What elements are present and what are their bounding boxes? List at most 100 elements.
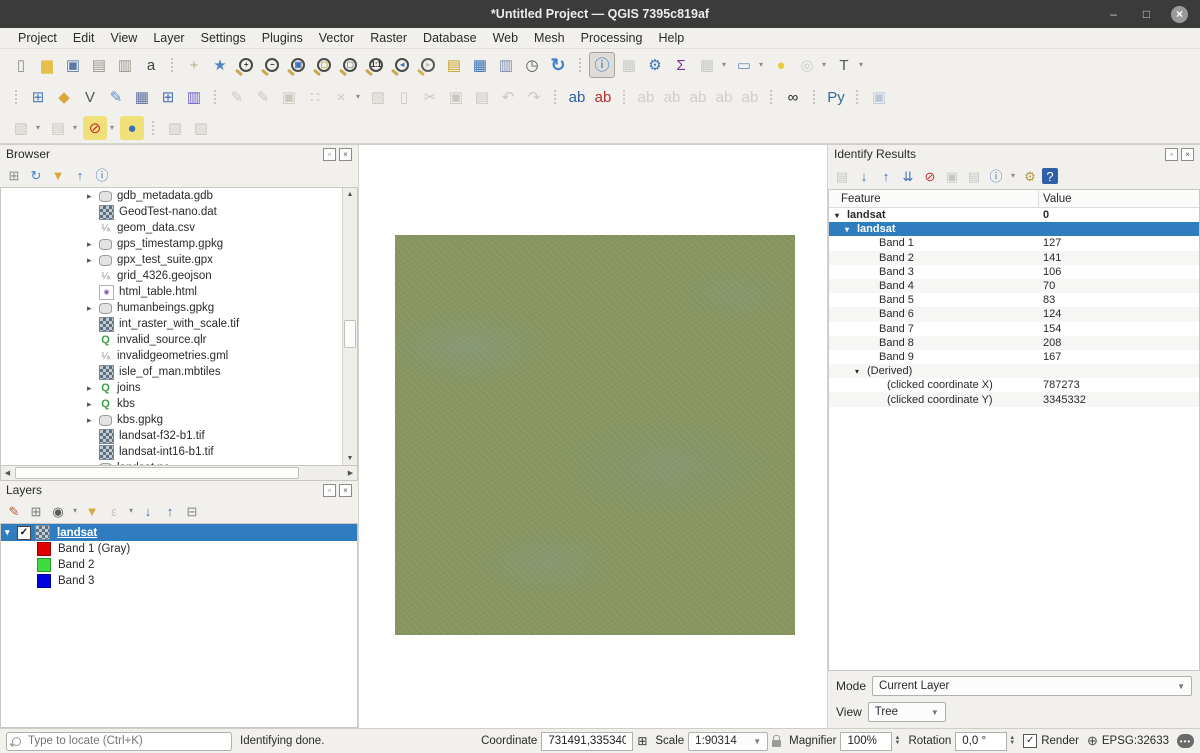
add-group-button[interactable]: ⊞	[26, 501, 46, 521]
magnifier-spinbox[interactable]: ▲▼	[840, 732, 900, 751]
measure-button[interactable]: ▭	[732, 53, 756, 77]
filter-legend-button[interactable]: ▼	[82, 501, 102, 521]
collapse-all-button[interactable]: ↑	[70, 165, 90, 185]
close-button[interactable]: ×	[1171, 6, 1188, 23]
form-view-button[interactable]: ▤	[832, 166, 852, 186]
menu-item[interactable]: Project	[10, 30, 65, 46]
identify-result-row[interactable]: Band 1 127	[829, 236, 1199, 250]
collapse-arrow-icon[interactable]: ▾	[5, 527, 17, 538]
move-annotation-button[interactable]: ▧	[189, 116, 213, 140]
identify-help-button[interactable]: ?	[1042, 168, 1058, 184]
browser-item[interactable]: grid_4326.geojson	[1, 268, 357, 284]
expand-new-results-button[interactable]: ⇊	[898, 166, 918, 186]
paste-features-button[interactable]: ▤	[470, 85, 494, 109]
layer-item-landsat[interactable]: ▾ ✓ landsat	[1, 524, 357, 541]
expand-arrow-icon[interactable]: ▾	[845, 225, 857, 234]
collapse-all-layers-button[interactable]: ↑	[160, 501, 180, 521]
remove-layer-button[interactable]: ⊟	[182, 501, 202, 521]
crs-indicator[interactable]: EPSG:32633	[1102, 735, 1169, 747]
python-console-button[interactable]: Py	[824, 85, 848, 109]
identify-settings-button[interactable]: ⚙	[1020, 166, 1040, 186]
identify-result-row[interactable]: Band 8 208	[829, 336, 1199, 350]
select-by-form-button[interactable]: ▤	[46, 116, 70, 140]
identify-result-row[interactable]: Band 2 141	[829, 251, 1199, 265]
browser-item[interactable]: GeodTest-nano.dat	[1, 204, 357, 220]
filter-expression-button[interactable]: ε	[104, 501, 124, 521]
show-hidden-labels-button[interactable]: ab	[660, 85, 684, 109]
deselect-all-button[interactable]: ⊘	[83, 116, 107, 140]
new-annotation-layer-button[interactable]: ▥	[182, 85, 206, 109]
coordinate-input[interactable]	[546, 734, 628, 748]
menu-item[interactable]: Mesh	[526, 30, 573, 46]
cut-features-button[interactable]: ✂	[418, 85, 442, 109]
menu-item[interactable]: View	[102, 30, 145, 46]
magnifier-input[interactable]	[845, 734, 887, 748]
vertex-tool-button[interactable]: ×	[329, 85, 353, 109]
zoom-last-button[interactable]: ◂	[390, 53, 414, 77]
expand-arrow-icon[interactable]: ▸	[87, 399, 99, 410]
browser-item[interactable]: ▸ kbs.gpkg	[1, 412, 357, 428]
show-statistics-button[interactable]: Σ	[669, 53, 693, 77]
current-edits-button[interactable]: ✎	[225, 85, 249, 109]
layer-diagram-button[interactable]: ab	[591, 85, 615, 109]
pan-map-button[interactable]: +	[182, 53, 206, 77]
menu-item[interactable]: Edit	[65, 30, 103, 46]
spinner-arrows-icon[interactable]: ▲▼	[1009, 736, 1015, 746]
browser-item[interactable]: isle_of_man.mbtiles	[1, 364, 357, 380]
scroll-down-icon[interactable]: ▼	[343, 452, 357, 465]
identify-result-row[interactable]: ▾ landsat 0	[829, 208, 1199, 222]
open-attribute-table-button[interactable]: ▦	[695, 53, 719, 77]
layer-band-item[interactable]: Band 1 (Gray)	[1, 541, 357, 557]
save-edits-button[interactable]: ▣	[277, 85, 301, 109]
browser-item[interactable]: invalidgeometries.gml	[1, 348, 357, 364]
zoom-next-button[interactable]: ▸	[416, 53, 440, 77]
expand-arrow-icon[interactable]: ▸	[87, 383, 99, 394]
annotation-dropdown-icon[interactable]: ▾	[855, 53, 867, 77]
identify-result-row[interactable]: ▾ (Derived)	[829, 364, 1199, 378]
view-select[interactable]: Tree ▼	[868, 702, 946, 722]
style-manager-button[interactable]: a	[139, 53, 163, 77]
run-feature-action-button[interactable]: ◎	[795, 53, 819, 77]
scroll-left-icon[interactable]: ◀	[1, 466, 14, 480]
vertex-tool-dropdown-icon[interactable]: ▾	[352, 85, 364, 109]
layer-band-item[interactable]: Band 3	[1, 573, 357, 589]
open-layer-styling-button[interactable]: ✎	[4, 501, 24, 521]
copy-feature-button[interactable]: ▣	[942, 166, 962, 186]
open-project-button[interactable]: ▆	[35, 53, 59, 77]
menu-item[interactable]: Raster	[362, 30, 415, 46]
temporal-controller-button[interactable]: ◷	[520, 53, 544, 77]
messages-bubble-icon[interactable]: •••	[1177, 734, 1194, 748]
lock-scale-icon[interactable]	[772, 740, 781, 747]
map-tips-button[interactable]: ●	[769, 53, 793, 77]
feature-action-dropdown-icon[interactable]: ▾	[818, 53, 830, 77]
collapse-tree-button[interactable]: ↑	[876, 166, 896, 186]
identify-result-row[interactable]: Band 5 83	[829, 293, 1199, 307]
plugin-placeholder-button[interactable]: ▣	[867, 85, 891, 109]
save-project-button[interactable]: ▣	[61, 53, 85, 77]
pan-to-selection-button[interactable]: ★	[208, 53, 232, 77]
scroll-right-icon[interactable]: ▶	[344, 466, 357, 480]
value-column-header[interactable]: Value	[1039, 193, 1072, 205]
pin-labels-button[interactable]: ab	[634, 85, 658, 109]
browser-item[interactable]: geom_data.csv	[1, 220, 357, 236]
expand-arrow-icon[interactable]: ▸	[87, 239, 99, 250]
zoom-out-button[interactable]: −	[260, 53, 284, 77]
browser-item[interactable]: ▸ kbs	[1, 396, 357, 412]
filter-expression-dropdown-icon[interactable]: ▾	[126, 501, 136, 521]
menu-item[interactable]: Processing	[573, 30, 651, 46]
browser-item[interactable]: landsat-f32-b1.tif	[1, 428, 357, 444]
undo-button[interactable]: ↶	[496, 85, 520, 109]
refresh-map-button[interactable]: ↻	[546, 53, 570, 77]
landsat-raster-image[interactable]	[395, 235, 795, 635]
add-feature-button[interactable]: ∷	[303, 85, 327, 109]
identify-close-icon[interactable]: ×	[1181, 148, 1194, 161]
identify-result-row[interactable]: ▾ landsat	[829, 222, 1199, 236]
identify-features-button[interactable]: ⓘ	[589, 52, 615, 78]
select-features-button[interactable]: ▧	[9, 116, 33, 140]
menu-item[interactable]: Plugins	[254, 30, 311, 46]
layer-band-item[interactable]: Band 2	[1, 557, 357, 573]
identify-float-icon[interactable]: ▫	[1165, 148, 1178, 161]
menu-item[interactable]: Database	[415, 30, 485, 46]
map-themes-dropdown-icon[interactable]: ▾	[70, 501, 80, 521]
text-annotation-button[interactable]: T	[832, 53, 856, 77]
